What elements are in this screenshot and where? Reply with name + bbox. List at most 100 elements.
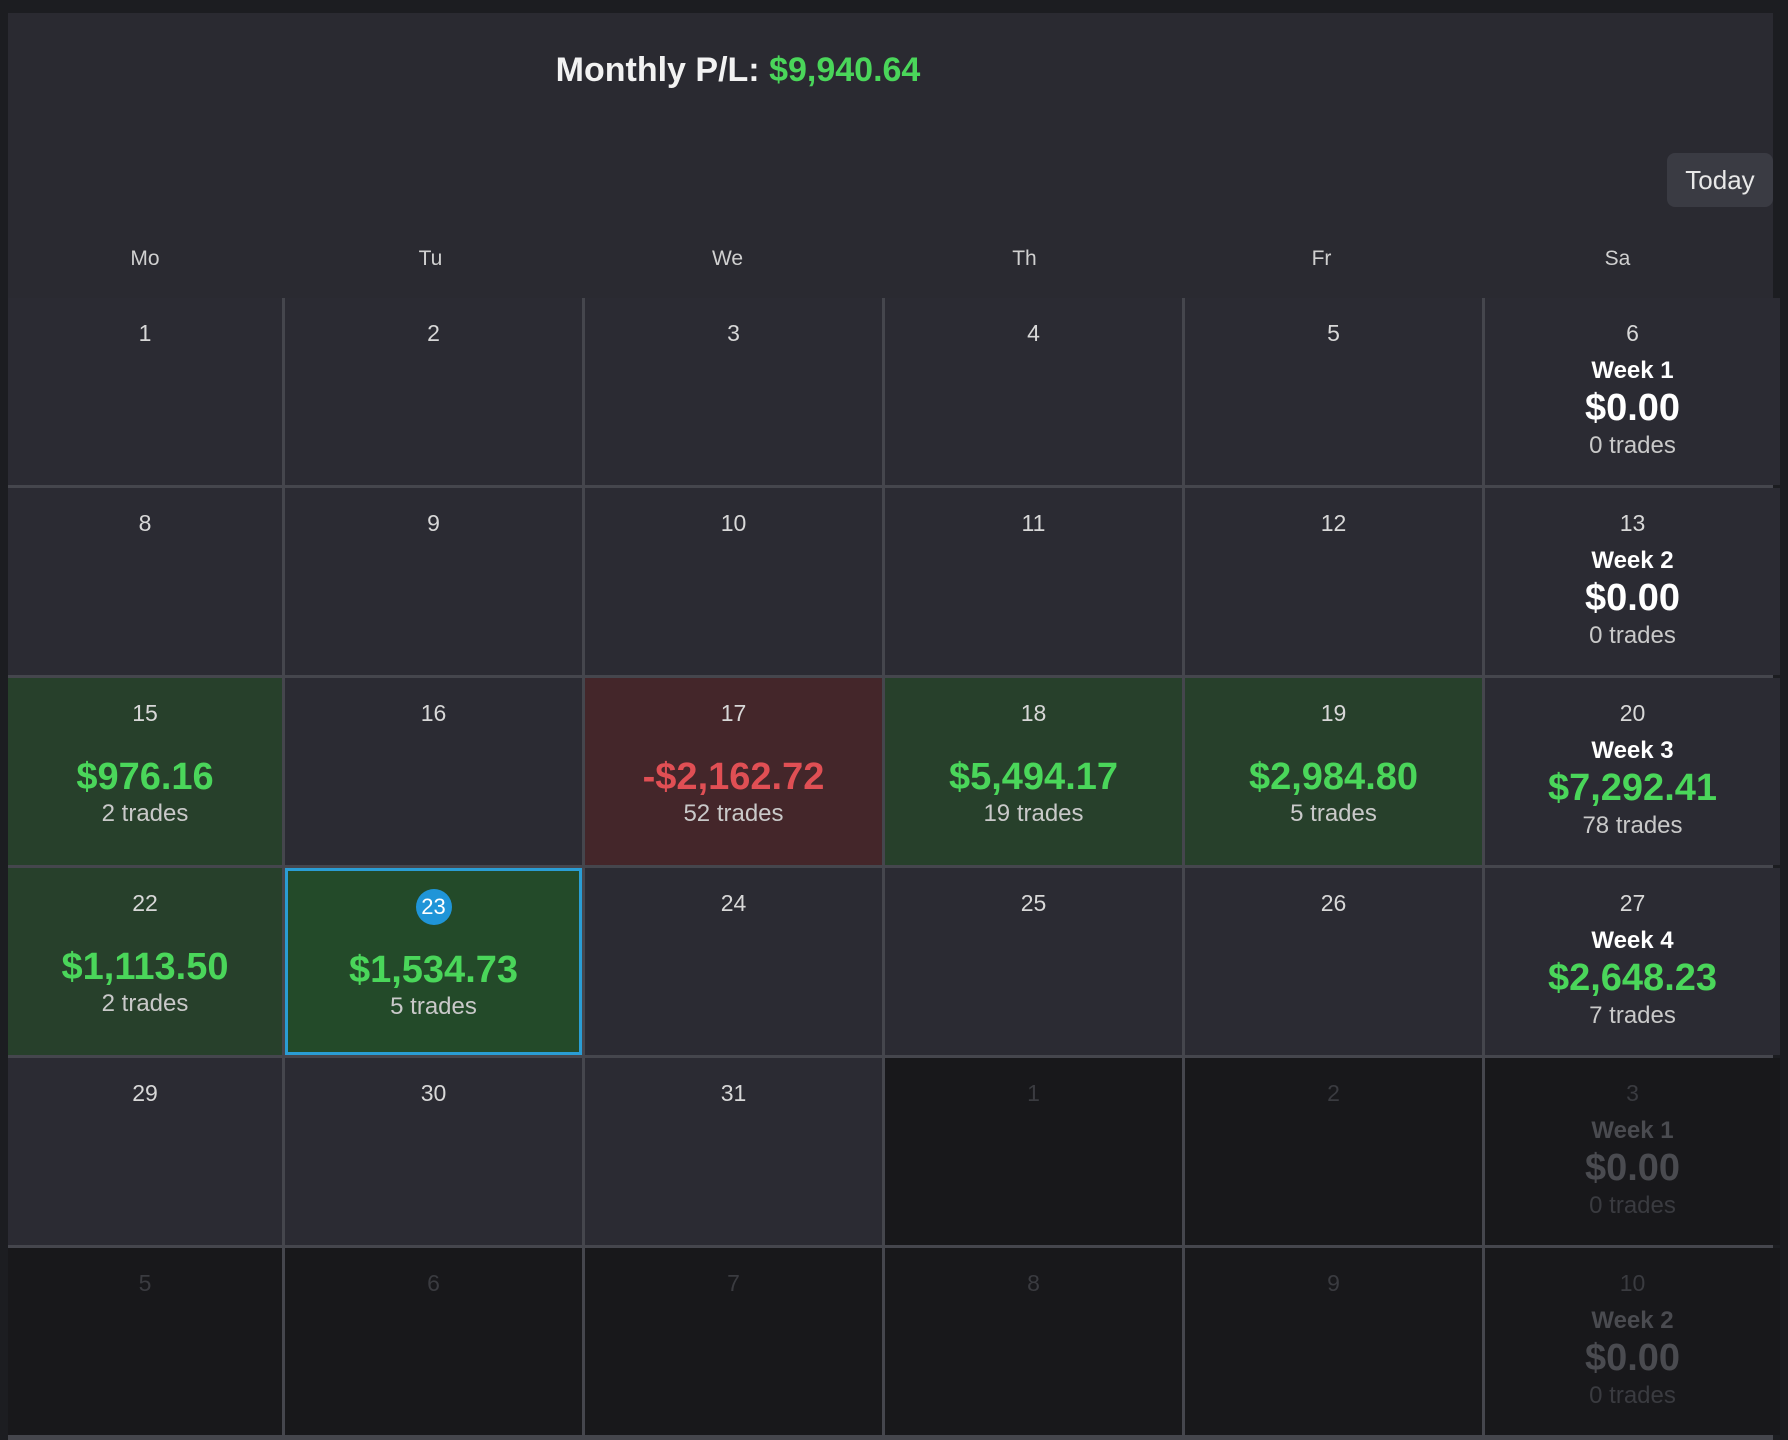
week-label: Week 2 bbox=[1591, 547, 1674, 574]
day-cell-outside-month[interactable]: 8 bbox=[885, 1248, 1182, 1435]
monthly-pl-summary: Monthly P/L: $9,940.64 bbox=[8, 51, 1468, 90]
day-number: 30 bbox=[420, 1080, 447, 1106]
day-cell[interactable]: 2 bbox=[285, 298, 582, 485]
week-trade-count: 78 trades bbox=[1582, 812, 1683, 839]
day-cell[interactable]: 17 -$2,162.72 52 trades bbox=[585, 678, 882, 865]
day-number: 8 bbox=[1027, 1270, 1040, 1296]
week-trade-count: 0 trades bbox=[1589, 432, 1676, 459]
day-cell[interactable]: 26 bbox=[1185, 868, 1482, 1055]
day-number: 3 bbox=[1626, 1080, 1639, 1106]
day-number: 2 bbox=[427, 320, 440, 346]
week-summary-cell[interactable]: 6 Week 1 $0.00 0 trades bbox=[1485, 298, 1780, 485]
day-cell[interactable]: 12 bbox=[1185, 488, 1482, 675]
weekday-mo: Mo bbox=[130, 247, 160, 270]
day-number: 25 bbox=[1020, 890, 1047, 916]
weekday-th: Th bbox=[1012, 247, 1037, 270]
day-number: 15 bbox=[132, 700, 158, 726]
day-number: 12 bbox=[1320, 510, 1347, 536]
day-number: 26 bbox=[1320, 890, 1347, 916]
day-cell[interactable]: 5 bbox=[1185, 298, 1482, 485]
day-number: 5 bbox=[138, 1270, 152, 1296]
day-number: 6 bbox=[1626, 320, 1639, 346]
weekday-fr: Fr bbox=[1311, 247, 1332, 270]
week-summary-cell[interactable]: 20 Week 3 $7,292.41 78 trades bbox=[1485, 678, 1780, 865]
week-label: Week 4 bbox=[1591, 927, 1674, 954]
day-cell[interactable]: 29 bbox=[8, 1058, 282, 1245]
weekday-sa: Sa bbox=[1604, 247, 1631, 270]
week-label: Week 3 bbox=[1591, 737, 1674, 764]
calendar-panel: Monthly P/L: $9,940.64 Today Mo Tu We Th… bbox=[8, 13, 1780, 1440]
day-number: 17 bbox=[720, 700, 747, 726]
day-cell-outside-month[interactable]: 9 bbox=[1185, 1248, 1482, 1435]
day-number: 13 bbox=[1619, 510, 1646, 536]
day-number: 9 bbox=[1327, 1270, 1340, 1296]
day-number: 2 bbox=[1327, 1080, 1340, 1106]
day-number: 5 bbox=[1327, 320, 1340, 346]
day-cell[interactable]: 1 bbox=[8, 298, 282, 485]
day-number: 4 bbox=[1027, 320, 1040, 346]
day-number: 8 bbox=[138, 510, 152, 536]
day-number: 22 bbox=[132, 890, 158, 916]
day-number: 31 bbox=[720, 1080, 747, 1106]
day-cell[interactable]: 15 $976.16 2 trades bbox=[8, 678, 282, 865]
day-cell[interactable]: 10 bbox=[585, 488, 882, 675]
day-cell-outside-month[interactable]: 6 bbox=[285, 1248, 582, 1435]
week-pl: $0.00 bbox=[1584, 1337, 1681, 1379]
today-button[interactable]: Today bbox=[1667, 153, 1773, 207]
day-cell-outside-month[interactable]: 1 bbox=[885, 1058, 1182, 1245]
day-number: 6 bbox=[427, 1270, 440, 1296]
week-pl: $0.00 bbox=[1584, 1147, 1681, 1189]
day-number: 1 bbox=[138, 320, 152, 346]
weekday-header: Mo Tu We Th Fr Sa bbox=[8, 247, 1773, 295]
day-number: 3 bbox=[727, 320, 740, 346]
week-label: Week 1 bbox=[1591, 1117, 1674, 1144]
week-summary-cell[interactable]: 10 Week 2 $0.00 0 trades bbox=[1485, 1248, 1780, 1435]
day-cell-outside-month[interactable]: 2 bbox=[1185, 1058, 1482, 1245]
weekday-we: We bbox=[711, 247, 744, 270]
day-cell[interactable]: 8 bbox=[8, 488, 282, 675]
monthly-pl-label: Monthly P/L: bbox=[555, 51, 760, 89]
day-number: 1 bbox=[1027, 1080, 1040, 1106]
day-cell[interactable]: 16 bbox=[285, 678, 582, 865]
day-trade-count: 52 trades bbox=[683, 800, 784, 827]
week-summary-cell[interactable]: 13 Week 2 $0.00 0 trades bbox=[1485, 488, 1780, 675]
day-cell[interactable]: 18 $5,494.17 19 trades bbox=[885, 678, 1182, 865]
week-pl: $7,292.41 bbox=[1547, 767, 1718, 809]
week-trade-count: 0 trades bbox=[1589, 1382, 1676, 1409]
week-pl: $0.00 bbox=[1584, 387, 1681, 429]
weekday-tu: Tu bbox=[418, 247, 443, 270]
day-cell[interactable]: 31 bbox=[585, 1058, 882, 1245]
day-cell-outside-month[interactable]: 5 bbox=[8, 1248, 282, 1435]
day-number: 18 bbox=[1020, 700, 1047, 726]
week-summary-cell[interactable]: 3 Week 1 $0.00 0 trades bbox=[1485, 1058, 1780, 1245]
day-pl: $5,494.17 bbox=[948, 756, 1119, 798]
week-summary-cell[interactable]: 27 Week 4 $2,648.23 7 trades bbox=[1485, 868, 1780, 1055]
day-cell[interactable]: 19 $2,984.80 5 trades bbox=[1185, 678, 1482, 865]
day-pl: $1,534.73 bbox=[348, 949, 519, 991]
monthly-pl-value: $9,940.64 bbox=[769, 51, 921, 89]
week-trade-count: 7 trades bbox=[1589, 1002, 1676, 1029]
day-number: 10 bbox=[1619, 1270, 1646, 1296]
day-pl: $2,984.80 bbox=[1248, 756, 1419, 798]
week-pl: $0.00 bbox=[1584, 577, 1681, 619]
day-cell[interactable]: 24 bbox=[585, 868, 882, 1055]
day-cell-outside-month[interactable]: 7 bbox=[585, 1248, 882, 1435]
day-pl: $976.16 bbox=[76, 756, 214, 798]
day-cell[interactable]: 23 $1,534.73 5 trades bbox=[285, 868, 582, 1055]
day-number: 10 bbox=[720, 510, 747, 536]
day-cell[interactable]: 9 bbox=[285, 488, 582, 675]
day-pl: $1,113.50 bbox=[61, 946, 229, 988]
day-cell[interactable]: 30 bbox=[285, 1058, 582, 1245]
day-cell[interactable]: 22 $1,113.50 2 trades bbox=[8, 868, 282, 1055]
day-number: 24 bbox=[720, 890, 747, 916]
week-trade-count: 0 trades bbox=[1589, 622, 1676, 649]
day-cell[interactable]: 11 bbox=[885, 488, 1182, 675]
day-cell[interactable]: 3 bbox=[585, 298, 882, 485]
day-number: 27 bbox=[1619, 890, 1646, 916]
day-cell[interactable]: 25 bbox=[885, 868, 1182, 1055]
calendar-grid: 1 2 3 4 5 6 Week 1 $0.00 0 trades 8 9 10 11 12 13 Week … bbox=[8, 298, 1780, 1440]
day-cell[interactable]: 4 bbox=[885, 298, 1182, 485]
day-number: 20 bbox=[1619, 700, 1646, 726]
day-trade-count: 5 trades bbox=[1290, 800, 1377, 827]
day-trade-count: 5 trades bbox=[390, 993, 477, 1020]
